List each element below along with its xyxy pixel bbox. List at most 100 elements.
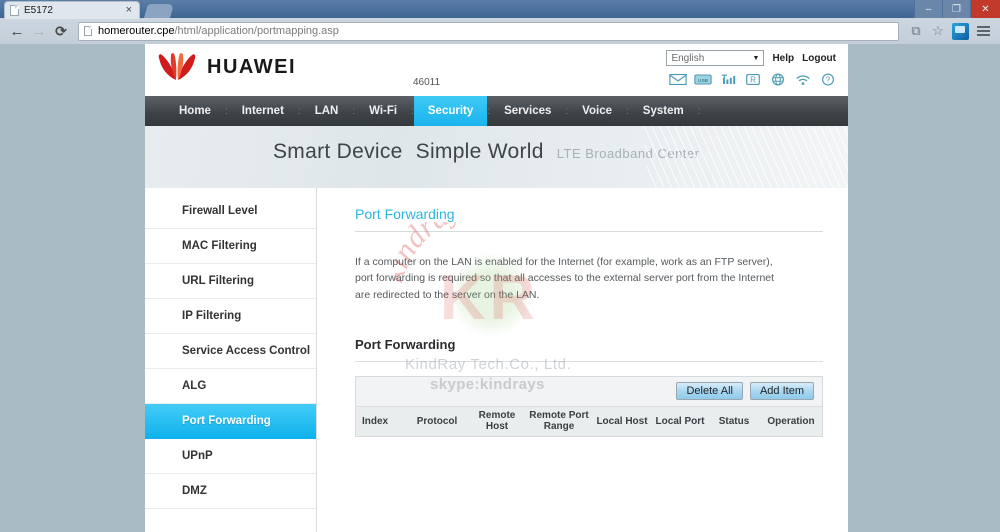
globe-icon[interactable] xyxy=(769,73,786,88)
language-select-value: English xyxy=(671,52,705,64)
sidebar-item-label: ALG xyxy=(182,380,207,392)
svg-text:R: R xyxy=(750,76,756,85)
main-navigation: Home : Internet : LAN : Wi-Fi : Security… xyxy=(145,96,848,126)
window-close-button[interactable]: ✕ xyxy=(970,0,1000,18)
banner-text: Smart Device Simple World LTE Broadband … xyxy=(273,140,699,164)
sidebar-item-firewall-level[interactable]: Firewall Level xyxy=(145,194,316,229)
huawei-wordmark: HUAWEI xyxy=(207,55,296,78)
browser-menu-icon[interactable] xyxy=(972,20,994,42)
url-text: homerouter.cpe/html/application/portmapp… xyxy=(98,25,339,37)
section-divider xyxy=(355,360,823,362)
sidebar-item-upnp[interactable]: UPnP xyxy=(145,439,316,474)
nav-label: LAN xyxy=(314,105,339,117)
mail-icon[interactable] xyxy=(669,73,687,88)
sidebar-item-label: UPnP xyxy=(182,450,213,462)
url-path: /html/application/portmapping.asp xyxy=(174,25,339,37)
sidebar-item-label: Service Access Control xyxy=(182,345,311,357)
router-page-container: HUAWEI 46011 English ▼ Help Logout USB R… xyxy=(145,44,848,532)
sidebar-item-url-filtering[interactable]: URL Filtering xyxy=(145,264,316,299)
column-header-remote-host: Remote Host xyxy=(478,409,516,433)
nav-label: Home xyxy=(179,105,211,117)
new-tab-button[interactable] xyxy=(143,4,175,18)
router-page: HUAWEI 46011 English ▼ Help Logout USB R… xyxy=(0,44,1000,532)
forward-icon[interactable]: → xyxy=(28,20,50,42)
nav-item-security[interactable]: Security xyxy=(413,96,488,126)
sidebar-item-label: Firewall Level xyxy=(182,205,258,217)
browser-tab[interactable]: E5172 × xyxy=(4,1,140,19)
svg-text:USB: USB xyxy=(698,78,709,84)
tab-close-icon[interactable]: × xyxy=(124,5,134,16)
nav-item-internet[interactable]: Internet xyxy=(228,96,298,126)
tab-title: E5172 xyxy=(24,5,53,16)
page-body: Firewall Level MAC Filtering URL Filteri… xyxy=(145,188,848,532)
roaming-icon[interactable]: R xyxy=(744,73,761,88)
sidebar-item-dmz[interactable]: DMZ xyxy=(145,474,316,509)
page-description: If a computer on the LAN is enabled for … xyxy=(355,256,775,301)
sidebar-item-service-access-control[interactable]: Service Access Control xyxy=(145,334,316,369)
nav-label: Voice xyxy=(582,105,612,117)
extension-icon[interactable] xyxy=(952,22,969,40)
nav-item-home[interactable]: Home xyxy=(165,96,225,126)
status-icon-row: USB R ? xyxy=(646,73,836,88)
port-forwarding-table: Delete All Add Item Index Protocol Remot… xyxy=(355,375,823,437)
banner-line1: Smart Device xyxy=(273,140,403,163)
huawei-flower-icon xyxy=(158,53,196,80)
delete-all-button[interactable]: Delete All xyxy=(676,382,743,401)
tab-favicon xyxy=(10,5,19,16)
section-title: Port Forwarding xyxy=(355,336,456,352)
wifi-icon[interactable] xyxy=(794,73,811,88)
reload-icon[interactable]: ⟳ xyxy=(50,20,72,42)
table-header-row: Index Protocol Remote Host Remote Port R… xyxy=(356,405,822,436)
nav-item-lan[interactable]: LAN xyxy=(301,96,353,126)
nav-item-wifi[interactable]: Wi-Fi xyxy=(355,96,411,126)
window-maximize-button[interactable]: ❐ xyxy=(942,0,970,18)
device-id-label: 46011 xyxy=(413,77,441,88)
nav-label: Wi-Fi xyxy=(369,105,398,117)
column-header-index: Index xyxy=(362,415,389,427)
sidebar-item-mac-filtering[interactable]: MAC Filtering xyxy=(145,229,316,264)
usb-icon[interactable]: USB xyxy=(694,73,712,88)
window-controls: – ❐ ✕ xyxy=(914,0,1000,18)
column-header-protocol: Protocol xyxy=(416,415,458,427)
logout-link[interactable]: Logout xyxy=(802,53,836,64)
chevron-down-icon: ▼ xyxy=(752,54,760,62)
table-toolbar: Delete All Add Item xyxy=(356,376,822,406)
title-divider xyxy=(355,231,823,232)
sidebar-item-alg[interactable]: ALG xyxy=(145,369,316,404)
nav-label: Services xyxy=(504,105,552,117)
marketing-banner: Smart Device Simple World LTE Broadband … xyxy=(145,126,848,188)
sidebar-item-label: MAC Filtering xyxy=(182,240,257,252)
column-header-operation: Operation xyxy=(767,415,815,427)
router-header: HUAWEI 46011 English ▼ Help Logout USB R… xyxy=(145,44,848,96)
window-minimize-button[interactable]: – xyxy=(914,0,942,18)
help-link[interactable]: Help xyxy=(772,53,794,64)
header-right-panel: English ▼ Help Logout USB R ? xyxy=(646,50,836,88)
security-sidebar: Firewall Level MAC Filtering URL Filteri… xyxy=(145,188,317,532)
content-panel: Port Forwarding If a computer on the LAN… xyxy=(317,188,857,532)
sidebar-item-label: DMZ xyxy=(182,485,207,497)
sidebar-item-port-forwarding[interactable]: Port Forwarding xyxy=(145,404,316,439)
nav-separator: : xyxy=(697,105,701,117)
translate-icon[interactable]: ⧉ xyxy=(905,20,927,42)
back-icon[interactable]: ← xyxy=(6,20,28,42)
nav-item-services[interactable]: Services xyxy=(490,96,565,126)
header-top-row: English ▼ Help Logout xyxy=(646,50,836,66)
nav-item-system[interactable]: System xyxy=(629,96,698,126)
browser-chrome: E5172 × – ❐ ✕ ← → ⟳ homerouter.cpe/html/… xyxy=(0,0,1000,44)
column-header-local-port: Local Port xyxy=(655,415,705,427)
sidebar-item-label: URL Filtering xyxy=(182,275,254,287)
sidebar-item-label: Port Forwarding xyxy=(182,415,271,427)
add-item-button[interactable]: Add Item xyxy=(749,382,814,401)
language-select[interactable]: English ▼ xyxy=(666,50,765,66)
bookmark-star-icon[interactable]: ☆ xyxy=(927,20,949,42)
nav-item-voice[interactable]: Voice xyxy=(568,96,626,126)
page-title: Port Forwarding xyxy=(355,206,455,222)
sidebar-item-ip-filtering[interactable]: IP Filtering xyxy=(145,299,316,334)
url-host: homerouter.cpe xyxy=(98,25,175,37)
signal-icon[interactable] xyxy=(719,73,736,88)
banner-subtitle: LTE Broadband Center xyxy=(556,146,700,161)
nav-label: System xyxy=(642,105,684,117)
address-bar[interactable]: homerouter.cpe/html/application/portmapp… xyxy=(78,21,899,41)
help-question-icon[interactable]: ? xyxy=(819,73,836,88)
svg-text:?: ? xyxy=(826,76,831,85)
